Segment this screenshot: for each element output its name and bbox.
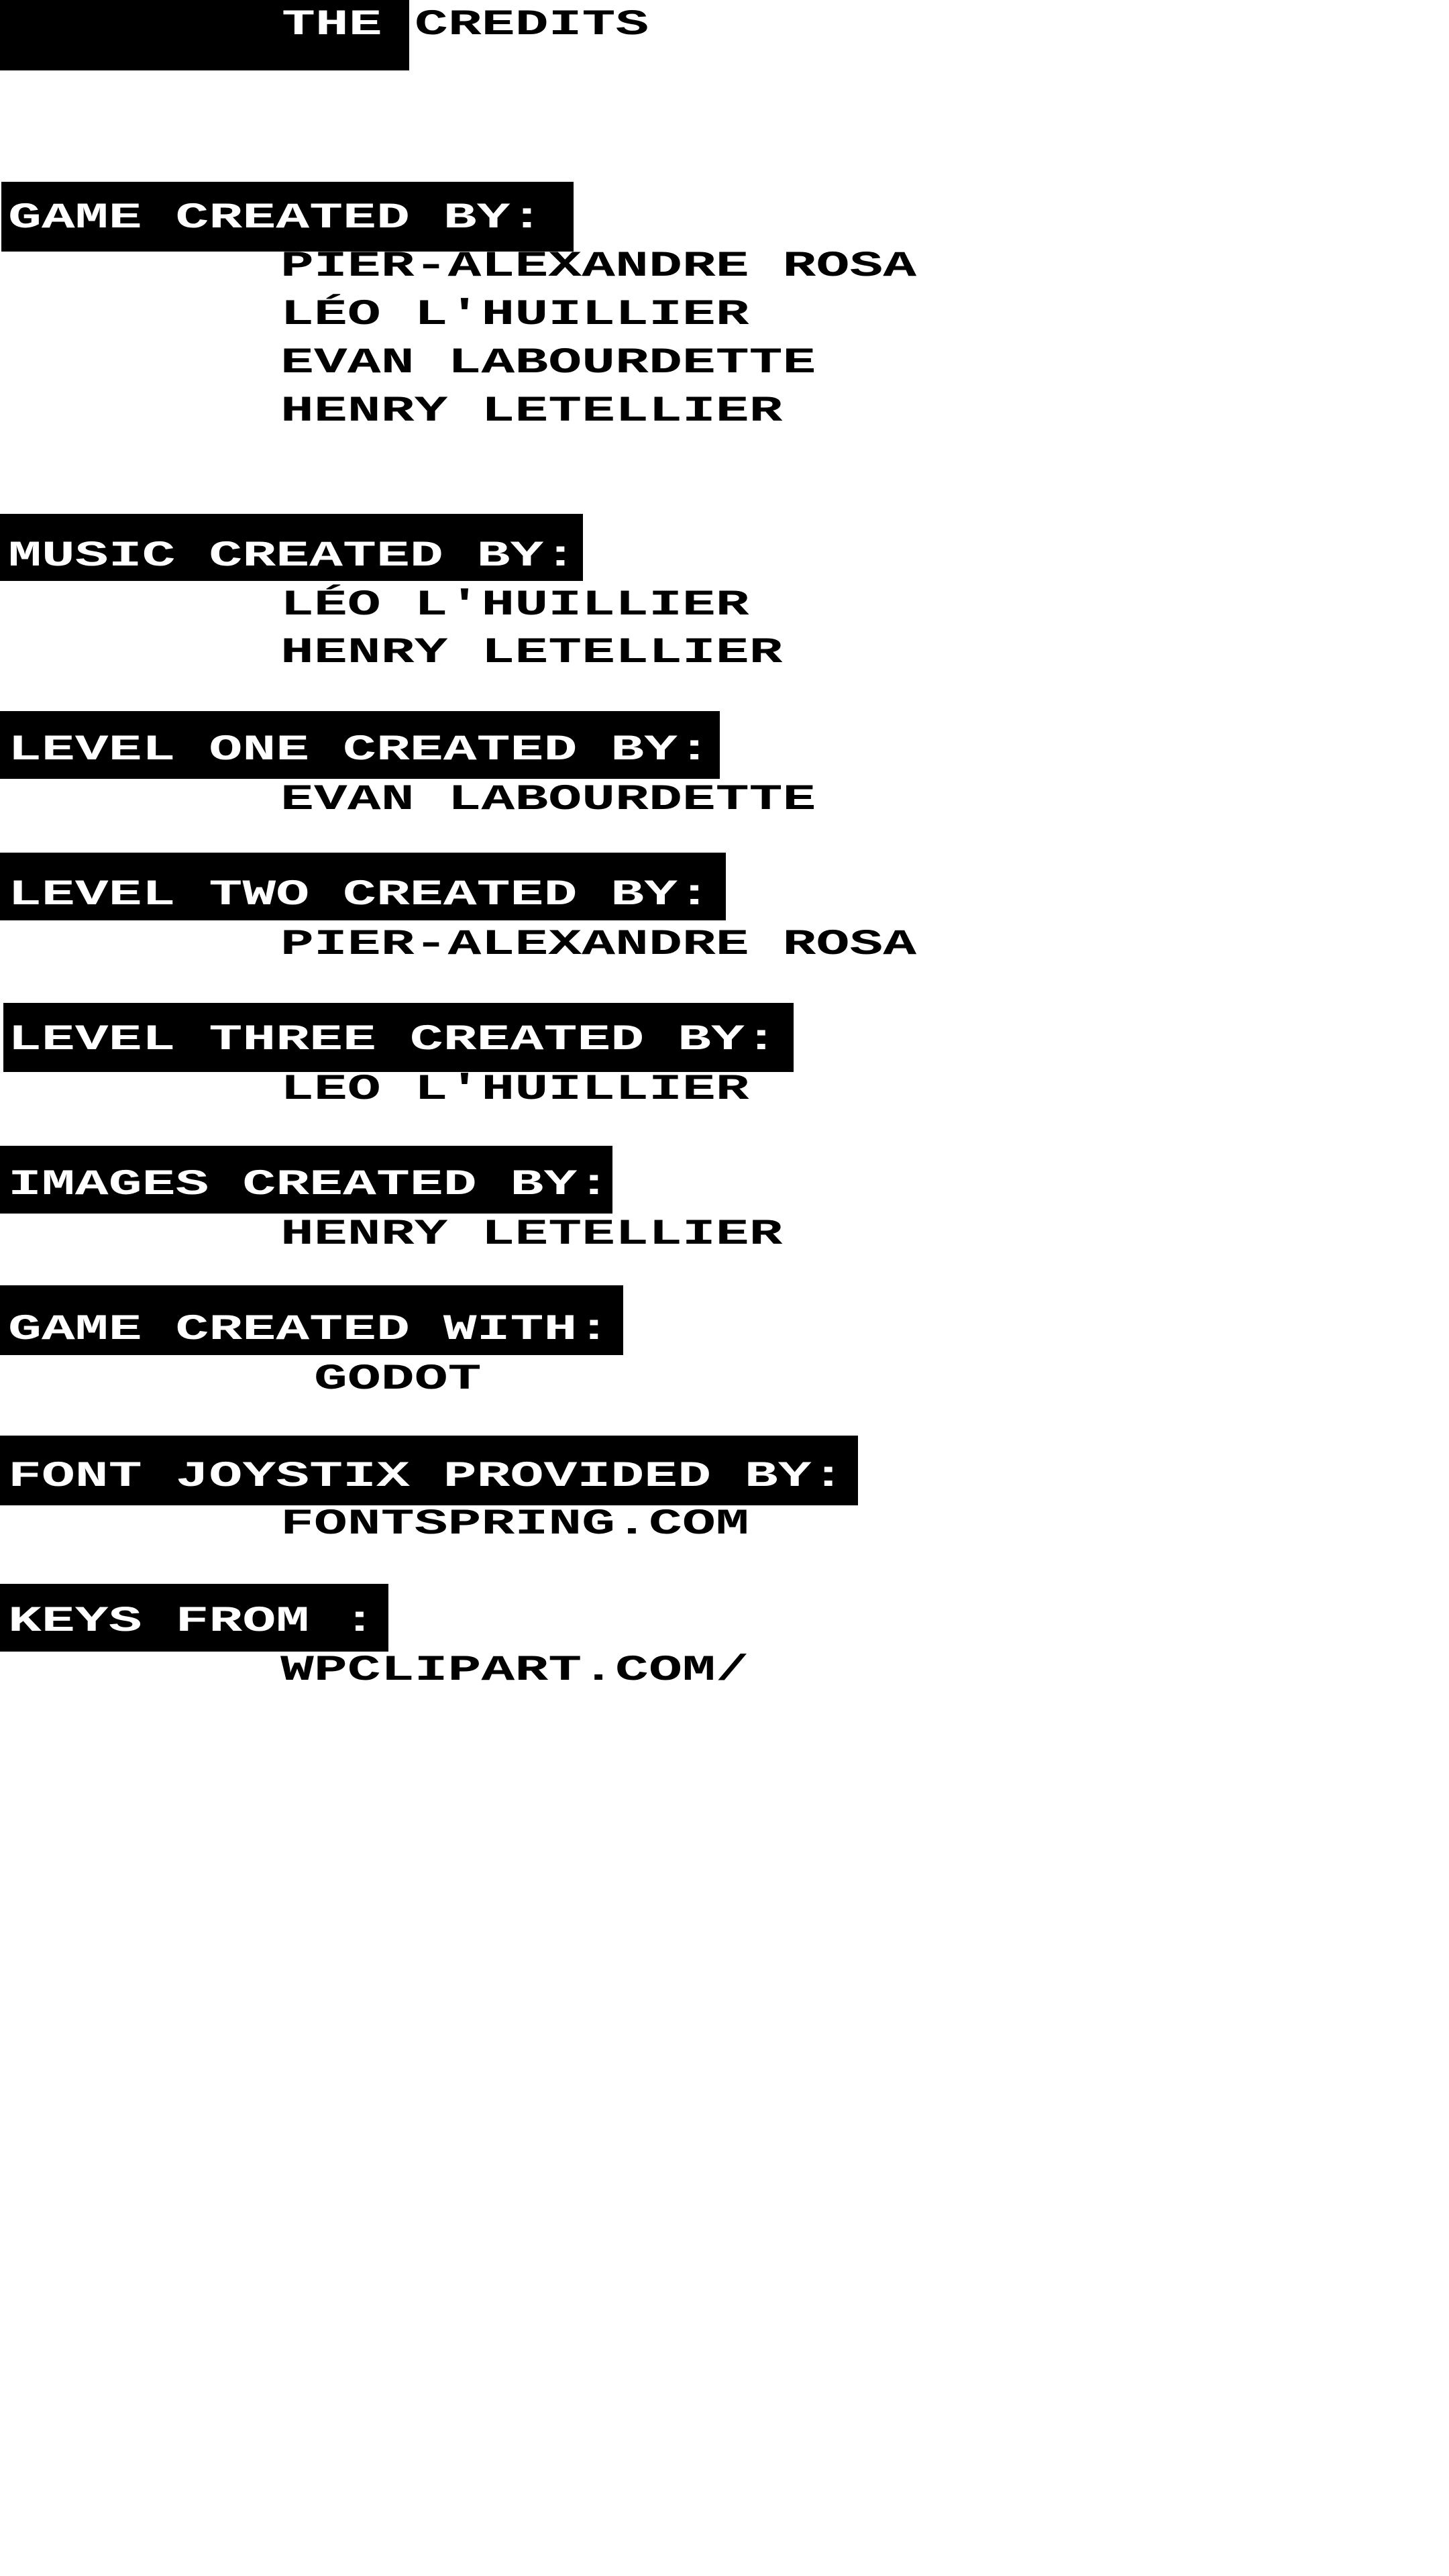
credit-name: FONTSPRING.COM [280, 1504, 749, 1545]
credit-name: LEO L'HUILLIER [280, 1069, 749, 1110]
heading-text: KEYS FROM : [8, 1601, 376, 1642]
credit-name: HENRY LETELLIER [280, 633, 783, 674]
heading-text: LEVEL THREE CREATED BY: [8, 1020, 778, 1061]
credit-name: GODOT [314, 1359, 482, 1400]
credit-name: HENRY LETELLIER [280, 1214, 783, 1255]
heading-text: MUSIC CREATED BY: [8, 536, 578, 577]
heading-text: LEVEL ONE CREATED BY: [8, 730, 711, 771]
title-credits: CREDITS [415, 5, 649, 46]
heading-text: FONT JOYSTIX PROVIDED BY: [8, 1456, 845, 1497]
credit-name: EVAN LABOURDETTE [280, 780, 816, 820]
heading-text: LEVEL TWO CREATED BY: [8, 875, 711, 916]
credit-name: EVAN LABOURDETTE [280, 343, 816, 384]
title-the: THE [282, 5, 382, 46]
heading-text: GAME CREATED WITH: [8, 1309, 611, 1350]
credit-name: LÉO L'HUILLIER [280, 294, 749, 335]
credit-name: WPCLIPART.COM/ [280, 1650, 749, 1691]
credit-name: LÉO L'HUILLIER [280, 585, 749, 626]
heading-text: GAME CREATED BY: [8, 198, 544, 239]
credit-name: PIER-ALEXANDRE ROSA [280, 246, 917, 287]
credit-name: PIER-ALEXANDRE ROSA [280, 924, 917, 965]
heading-text: IMAGES CREATED BY: [8, 1165, 611, 1205]
credit-name: HENRY LETELLIER [280, 391, 783, 432]
